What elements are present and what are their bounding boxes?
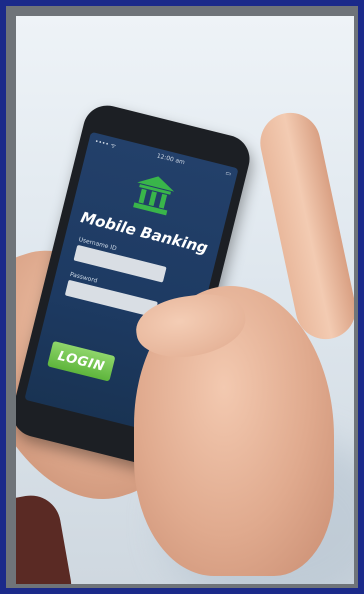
bank-icon: [133, 176, 175, 216]
status-battery: ▭: [224, 169, 232, 178]
password-field[interactable]: [64, 279, 158, 318]
login-button[interactable]: LOGIN: [47, 340, 116, 382]
sleeve: [16, 490, 76, 584]
status-time: 12:00 am: [155, 152, 186, 167]
photo: •••• ᯤ 12:00 am ▭ Mobile Banking Usernam…: [16, 16, 354, 584]
status-signal: •••• ᯤ: [94, 138, 117, 151]
